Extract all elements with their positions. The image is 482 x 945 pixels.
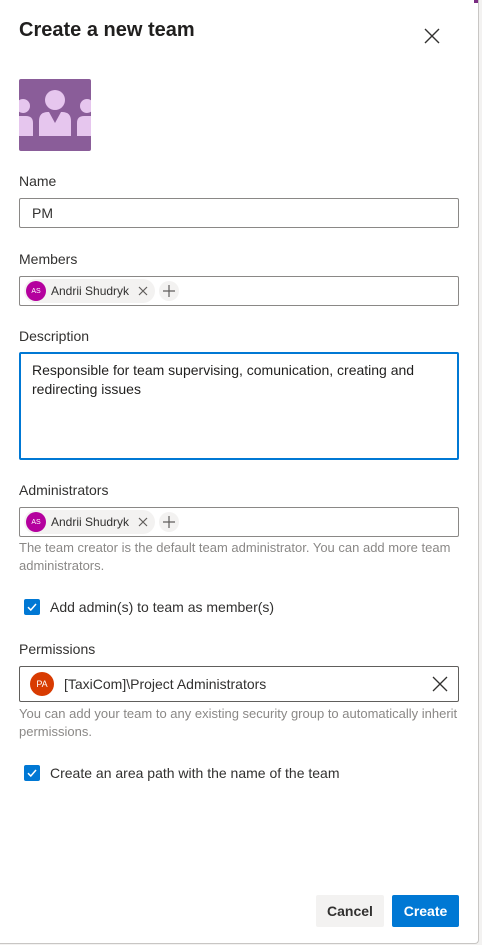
avatar: AS [26, 512, 46, 532]
edge-accent [474, 0, 478, 3]
add-admins-checkbox-row[interactable]: Add admin(s) to team as member(s) [24, 599, 274, 615]
administrators-picker[interactable]: AS Andrii Shudryk [19, 507, 459, 537]
remove-icon[interactable] [135, 514, 151, 530]
avatar: AS [26, 281, 46, 301]
administrator-pill[interactable]: AS Andrii Shudryk [24, 510, 156, 534]
group-avatar: PA [30, 672, 54, 696]
administrators-label: Administrators [19, 482, 109, 498]
administrators-helper-text: The team creator is the default team adm… [19, 540, 451, 573]
add-admins-label: Add admin(s) to team as member(s) [50, 599, 275, 615]
permissions-label: Permissions [19, 641, 96, 657]
cancel-button[interactable]: Cancel [316, 895, 384, 927]
member-name: Andrii Shudryk [51, 284, 130, 298]
description-textarea[interactable]: Responsible for team supervising, comuni… [19, 352, 459, 460]
area-path-checkbox-row[interactable]: Create an area path with the name of the… [24, 765, 340, 781]
close-icon[interactable] [422, 667, 458, 701]
name-input[interactable]: PM [19, 198, 459, 228]
area-path-label: Create an area path with the name of the… [50, 765, 340, 781]
team-people-icon[interactable] [16, 79, 94, 151]
add-icon[interactable] [159, 512, 180, 532]
member-pill[interactable]: AS Andrii Shudryk [24, 279, 156, 303]
permissions-helper-text: You can add your team to any existing se… [19, 706, 458, 739]
dialog-title: Create a new team [19, 19, 195, 41]
members-picker[interactable]: AS Andrii Shudryk [19, 276, 459, 306]
close-icon[interactable] [420, 24, 444, 48]
add-icon[interactable] [159, 281, 180, 301]
permission-group-name: [TaxiCom]\Project Administrators [64, 676, 267, 692]
checkmark-icon[interactable] [24, 599, 40, 615]
members-label: Members [19, 251, 78, 267]
permissions-picker[interactable]: PA [TaxiCom]\Project Administrators [19, 666, 459, 702]
create-button[interactable]: Create [392, 895, 459, 927]
remove-icon[interactable] [135, 283, 151, 299]
checkmark-icon[interactable] [24, 765, 40, 781]
name-label: Name [19, 173, 57, 189]
description-label: Description [19, 328, 90, 344]
administrator-name: Andrii Shudryk [51, 515, 130, 529]
create-team-dialog: Create a new team Name PM Members AS And… [0, 0, 479, 944]
